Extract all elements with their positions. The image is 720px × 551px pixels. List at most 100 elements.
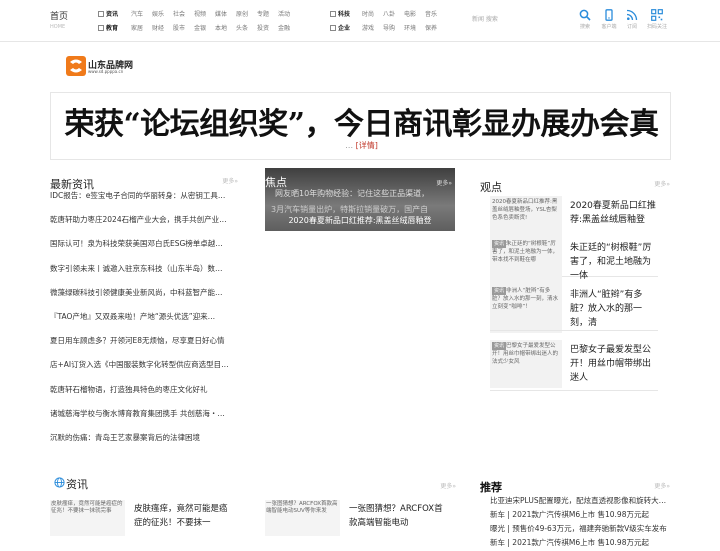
views-title: 观点 — [480, 181, 502, 194]
thumb-tag: 资讯 — [492, 342, 507, 350]
nav-home-label: 首页 — [50, 12, 69, 22]
list-item[interactable]: 『TAO产地』又双叒来啦！产地“源头优选”迎来… — [50, 311, 238, 335]
nav-item-qiye[interactable]: 企业 — [330, 23, 362, 35]
card-title[interactable]: 一张图猜想？ARCFOX首款高端智能电动 — [349, 502, 449, 530]
nav-item[interactable]: 原创 — [236, 9, 257, 21]
nav-item-zixun[interactable]: 资讯 — [98, 9, 130, 21]
nav-item[interactable]: 本地 — [215, 23, 236, 35]
nav-item[interactable]: 活动 — [278, 9, 299, 21]
zixun-more-link[interactable]: 更多» — [440, 481, 456, 490]
nav-item[interactable]: 环境 — [404, 23, 425, 35]
focus-more-link[interactable]: 更多» — [436, 178, 452, 187]
view-thumbnail[interactable]: 资讯 非洲人“脏辫”有多脏？放入水的那一刻，清水立刻变“咖啡”！ — [490, 285, 562, 333]
nav-item[interactable]: 八卦 — [383, 9, 404, 21]
view-thumbnail[interactable]: 2020春夏新品口红推荐:黑盖丝绒唇釉登场，YSL杏梨色系色卖断货! — [490, 196, 562, 244]
nav-group-news: 资讯 教育 — [98, 9, 130, 35]
recommend-title: 推荐 — [480, 481, 502, 494]
nav-item[interactable]: 导购 — [383, 23, 404, 35]
nav-item[interactable]: 音乐 — [425, 9, 446, 21]
list-item[interactable]: 比亚迪宋PLUS配置曝光，配炫直透视影像和旋转大… — [490, 495, 670, 509]
phone-icon — [605, 9, 613, 21]
tool-search[interactable]: 搜索 — [574, 9, 596, 30]
news-card[interactable]: 皮肤瘙痒，竟然可能是癌症的征兆！不要抹一抹就完事 皮肤瘙痒，竟然可能是癌症的征兆… — [50, 500, 235, 540]
recommend-header: 推荐 更多» — [480, 476, 670, 494]
view-title[interactable]: 朱正廷的“树根鞋”厉害了，和泥土地融为一体 — [570, 241, 656, 283]
view-title[interactable]: 巴黎女子最爱发型公开！用丝巾帽带绑出迷人 — [570, 343, 656, 385]
list-item[interactable]: 微藻绿碳科技引领健康美业新风尚，中科蓝智产能… — [50, 287, 238, 311]
divider — [490, 390, 658, 391]
list-item[interactable]: 数字引领未来丨诚邀入驻京东科技（山东半岛）数… — [50, 263, 238, 287]
latest-header: 最新资讯 更多» — [50, 173, 238, 191]
list-item[interactable]: 诸城慈海学校与衡水博育教育集团携手 共创慈海・… — [50, 408, 238, 432]
list-item[interactable]: 沉默的伤痛：青岛王艺家暴案背后的法律困境 — [50, 432, 238, 456]
top-nav: 首页 HOME 资讯 教育 汽车 家居 娱乐 财经 社会 股市 视频 金银 媒体… — [0, 0, 720, 42]
nav-item[interactable]: 金融 — [278, 23, 299, 35]
nav-item[interactable]: 专题 — [257, 9, 278, 21]
focus-line[interactable]: 3月汽车销量出炉，特斯拉销量破万，国产自 — [271, 204, 428, 215]
nav-item[interactable]: 娱乐 — [152, 9, 173, 21]
tool-label: 客户端 — [601, 24, 617, 30]
nav-item-jiaoyu[interactable]: 教育 — [98, 23, 130, 35]
thumb-alt-text: 一张图猜想？ARCFOX首款高端智能电动SUV等你来发 — [266, 501, 338, 514]
nav-item[interactable]: 股市 — [173, 23, 194, 35]
nav-item[interactable]: 家居 — [131, 23, 152, 35]
list-item[interactable]: 乾唐轩石榴物语，打造独具特色的枣庄文化好礼 — [50, 384, 238, 408]
view-thumbnail[interactable]: 资讯 朱正廷的“树根鞋”厉害了，和泥土地融为一体，带本找不到鞋在哪 — [490, 238, 562, 286]
news-card[interactable]: 一张图猜想？ARCFOX首款高端智能电动SUV等你来发 一张图猜想？ARCFOX… — [265, 500, 450, 540]
list-item[interactable]: IDC报告：e签宝电子合同的华丽转身：从密钥工具… — [50, 190, 238, 214]
list-item[interactable]: 新车 | 2021款广汽传祺M6上市 售10.98万元起 — [490, 537, 670, 551]
nav-item[interactable]: 财经 — [152, 23, 173, 35]
headline-title[interactable]: 荣获“论坛组织奖”，今日商讯彰显办展办会真 — [51, 99, 670, 143]
tool-label: 订阅 — [626, 24, 637, 30]
nav-item[interactable]: 电影 — [404, 9, 425, 21]
list-item[interactable]: 乾唐轩助力枣庄2024石榴产业大会，携手共创产业… — [50, 214, 238, 238]
list-item[interactable]: 曝光 | 预售价49-63万元，福建奔驰新款V级实车发布 — [490, 523, 670, 537]
views-more-link[interactable]: 更多» — [654, 179, 670, 188]
globe-icon — [54, 477, 65, 488]
headline-detail-link[interactable]: [详情] — [356, 141, 378, 150]
recommend-more-link[interactable]: 更多» — [654, 481, 670, 490]
list-item[interactable]: 国际认可！泉为科技荣获美国邓白氏ESG榜单卓越… — [50, 238, 238, 262]
list-item[interactable]: 新车 | 2021款广汽传祺M6上市 售10.98万元起 — [490, 509, 670, 523]
nav-home[interactable]: 首页 HOME — [50, 9, 68, 30]
tool-client[interactable]: 客户端 — [598, 9, 620, 30]
list-item[interactable]: 夏日用车顾虑多？开领河E8无烦恼，尽享夏日好心情 — [50, 335, 238, 359]
focus-line[interactable]: 网友晒10年购物经验：记住这些正品渠道， — [275, 188, 429, 199]
nav-item[interactable]: 游戏 — [362, 23, 383, 35]
card-thumbnail[interactable]: 皮肤瘙痒，竟然可能是癌症的征兆！不要抹一抹就完事 — [50, 500, 125, 536]
tool-subscribe[interactable]: 订阅 — [621, 9, 643, 30]
view-title[interactable]: 2020春夏新品口红推荐:黑盖丝绒唇釉登 — [570, 199, 656, 227]
view-item[interactable]: 资讯 巴黎女子最爱发型公开！用丝巾帽带绑出迷人的法式少女风 巴黎女子最爱发型公开！… — [490, 340, 658, 396]
focus-caption[interactable]: 2020春夏新品口红推荐:黑盖丝绒唇釉登 — [265, 215, 455, 226]
latest-more-link[interactable]: 更多» — [222, 176, 238, 185]
nav-item[interactable]: 视频 — [194, 9, 215, 21]
nav-item[interactable]: 媒体 — [215, 9, 236, 21]
card-title[interactable]: 皮肤瘙痒，竟然可能是癌症的征兆！不要抹一 — [134, 502, 234, 530]
focus-slider[interactable]: 焦点 更多» 网友晒10年购物经验：记住这些正品渠道， 3月汽车销量出炉，特斯拉… — [265, 168, 455, 231]
divider — [490, 330, 658, 331]
headline-ellipsis: … — [345, 141, 354, 150]
nav-home-sub: HOME — [50, 24, 66, 30]
zixun-header: 资讯 更多» — [50, 476, 456, 492]
nav-item[interactable]: 保养 — [425, 23, 446, 35]
thumb-alt-text: 皮肤瘙痒，竟然可能是癌症的征兆！不要抹一抹就完事 — [51, 501, 123, 514]
view-item[interactable]: 资讯 非洲人“脏辫”有多脏？放入水的那一刻，清水立刻变“咖啡”！ 非洲人“脏辫”有… — [490, 285, 658, 341]
view-thumbnail[interactable]: 资讯 巴黎女子最爱发型公开！用丝巾帽带绑出迷人的法式少女风 — [490, 340, 562, 388]
view-title[interactable]: 非洲人“脏辫”有多脏？放入水的那一刻，清 — [570, 288, 656, 330]
nav-item[interactable]: 金银 — [194, 23, 215, 35]
nav-group-tech: 科技 企业 — [330, 9, 362, 35]
tool-qrcode[interactable]: 扫码关注 — [646, 9, 668, 30]
nav-item[interactable]: 时尚 — [362, 9, 383, 21]
nav-item-keji[interactable]: 科技 — [330, 9, 362, 21]
card-thumbnail[interactable]: 一张图猜想？ARCFOX首款高端智能电动SUV等你来发 — [265, 500, 340, 536]
thumb-tag: 资讯 — [492, 240, 507, 248]
nav-item[interactable]: 投资 — [257, 23, 278, 35]
nav-item[interactable]: 汽车 — [131, 9, 152, 21]
nav-item[interactable]: 社会 — [173, 9, 194, 21]
news-search-link[interactable]: 新闻 搜索 — [472, 14, 498, 23]
list-item[interactable]: 店+AI订货入选《中国服装数字化转型供应商选型目… — [50, 359, 238, 383]
thumb-alt-text: 2020春夏新品口红推荐:黑盖丝绒唇釉登场，YSL杏梨色系色卖断货! — [492, 199, 558, 221]
building-icon — [330, 25, 336, 31]
nav-item[interactable]: 头条 — [236, 23, 257, 35]
doc-icon — [98, 25, 104, 31]
